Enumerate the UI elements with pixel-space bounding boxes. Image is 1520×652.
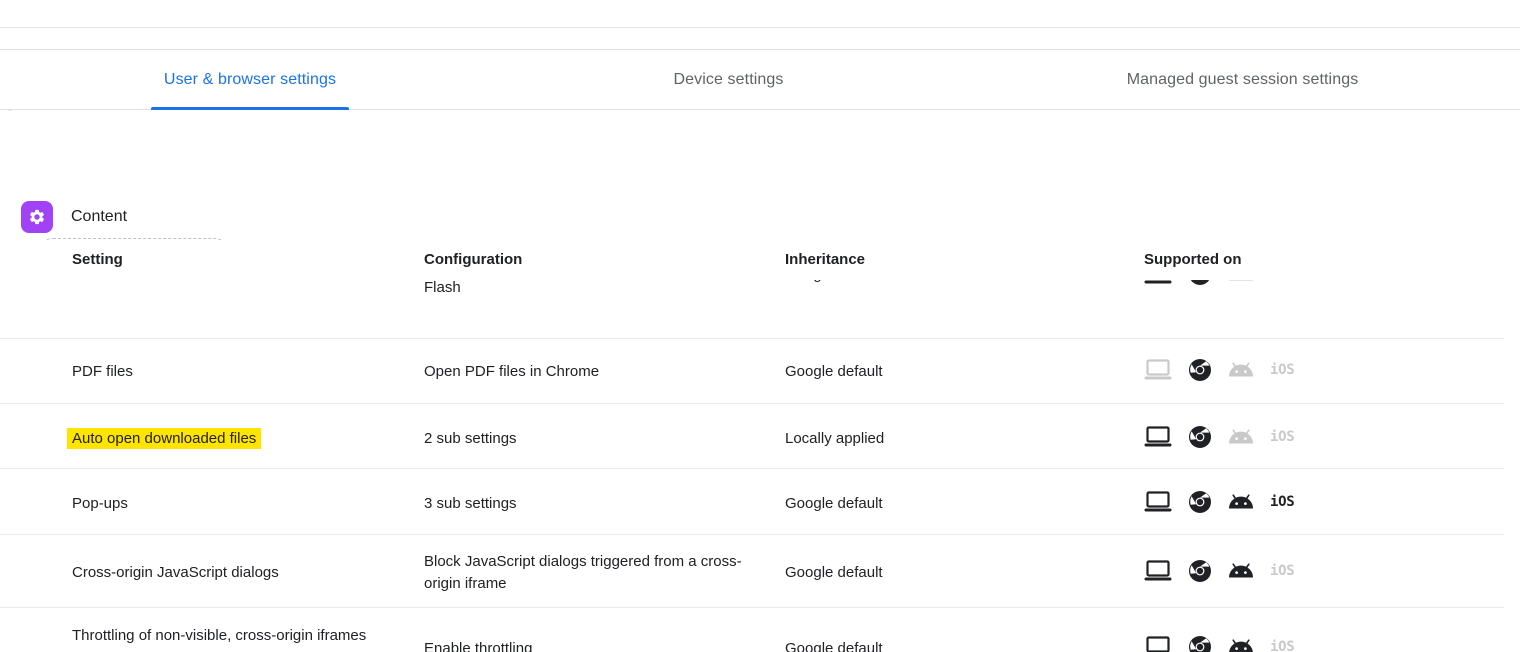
cell-supported-on: iOS [1144, 635, 1344, 652]
laptop-icon [1144, 560, 1172, 581]
cell-supported-on: iOS [1144, 559, 1344, 583]
tab-device-settings[interactable]: Device settings [663, 50, 794, 110]
table-row[interactable]: PDF files Open PDF files in Chrome Google … [0, 339, 1504, 404]
android-icon [1229, 362, 1253, 377]
chrome-icon [1189, 636, 1211, 652]
ios-label: iOS [1270, 362, 1295, 378]
supported-on-icons: iOS [1144, 358, 1344, 382]
laptop-icon [1144, 359, 1172, 380]
cell-supported-on: iOS [1144, 358, 1344, 382]
android-icon [1229, 429, 1253, 444]
android-icon [1229, 494, 1253, 509]
chrome-icon [1189, 359, 1211, 381]
chrome-icon [1189, 491, 1211, 513]
setting-name-highlight: Auto open downloaded files [67, 428, 262, 449]
cell-configuration: 3 sub settings [424, 495, 517, 512]
cell-setting: Auto open downloaded files [67, 428, 402, 450]
tab-managed-guest-session-settings[interactable]: Managed guest session settings [1107, 50, 1378, 110]
table-row[interactable]: Outdated FlashFlashGoogle defaultiOS [0, 263, 1504, 339]
column-header-inheritance: Inheritance [785, 251, 866, 268]
table-row[interactable]: Pop-ups 3 sub settings Google default iOS [0, 469, 1504, 535]
laptop-icon [1144, 491, 1172, 512]
chrome-icon [1189, 426, 1211, 448]
tab-user-and-browser-settings[interactable]: User & browser settings [151, 50, 349, 110]
cell-inheritance: Google default [785, 640, 883, 652]
tab-label: Managed guest session settings [1126, 70, 1359, 88]
supported-on-icons: iOS [1144, 425, 1344, 449]
android-icon [1229, 563, 1253, 578]
cell-supported-on: iOS [1144, 425, 1344, 449]
cell-inheritance: Google default [785, 564, 883, 581]
cell-setting: Pop-ups [72, 495, 128, 512]
table-header-row: Setting Configuration Inheritance Suppor… [0, 240, 1504, 280]
cell-configuration: Open PDF files in Chrome [424, 363, 600, 380]
cell-configuration: Flash [424, 279, 461, 296]
section-title: Content [71, 208, 128, 225]
laptop-icon [1146, 636, 1170, 652]
settings-table: Setting Configuration Inheritance Suppor… [0, 240, 1520, 652]
table-row[interactable]: Throttling of non-visible, cross-origin … [0, 608, 1504, 652]
top-divider-upper [0, 27, 1520, 28]
cell-configuration: Block JavaScript dialogs triggered from … [424, 553, 742, 592]
supported-on-icons: iOS [1144, 635, 1344, 652]
column-header-configuration: Configuration [424, 251, 523, 268]
cell-configuration: Enable throttling [424, 640, 533, 652]
tab-active-underline [151, 106, 349, 110]
table-body: Outdated FlashFlashGoogle defaultiOSPDF … [0, 263, 1520, 652]
ios-label: iOS [1270, 429, 1295, 445]
column-header-supported-on: Supported on [1144, 251, 1242, 268]
cell-supported-on: iOS [1144, 490, 1344, 514]
laptop-icon [1144, 426, 1172, 447]
table-row[interactable]: Auto open downloaded files 2 sub settings… [0, 404, 1504, 469]
chrome-icon [1189, 560, 1211, 582]
filter-toolbar: Search or add a filter Recent changes [0, 111, 1520, 278]
supported-on-icons: iOS [1144, 559, 1344, 583]
column-header-setting: Setting [72, 251, 123, 268]
chrome-settings-page: User & browser settings Device settings … [0, 0, 1520, 652]
content-section-header: Content [21, 201, 127, 233]
cell-configuration: 2 sub settings [424, 430, 517, 447]
tab-label: User & browser settings [163, 70, 337, 88]
settings-tabs: User & browser settings Device settings … [0, 50, 1520, 110]
cell-setting: PDF files [72, 363, 133, 380]
tab-label: Device settings [673, 70, 784, 88]
android-icon [1229, 639, 1253, 652]
cell-setting: Throttling of non-visible, cross-origin … [72, 627, 367, 644]
supported-on-icons: iOS [1144, 490, 1344, 514]
gear-icon [21, 201, 53, 233]
ios-label: iOS [1270, 494, 1295, 510]
ios-label: iOS [1270, 563, 1295, 579]
ios-label: iOS [1270, 639, 1295, 652]
cell-inheritance: Google default [785, 495, 883, 512]
cell-inheritance: Locally applied [785, 430, 885, 447]
cell-inheritance: Google default [785, 363, 883, 380]
cell-setting: Cross-origin JavaScript dialogs [72, 564, 279, 581]
table-row[interactable]: Cross-origin JavaScript dialogs Block Jav… [0, 535, 1504, 608]
